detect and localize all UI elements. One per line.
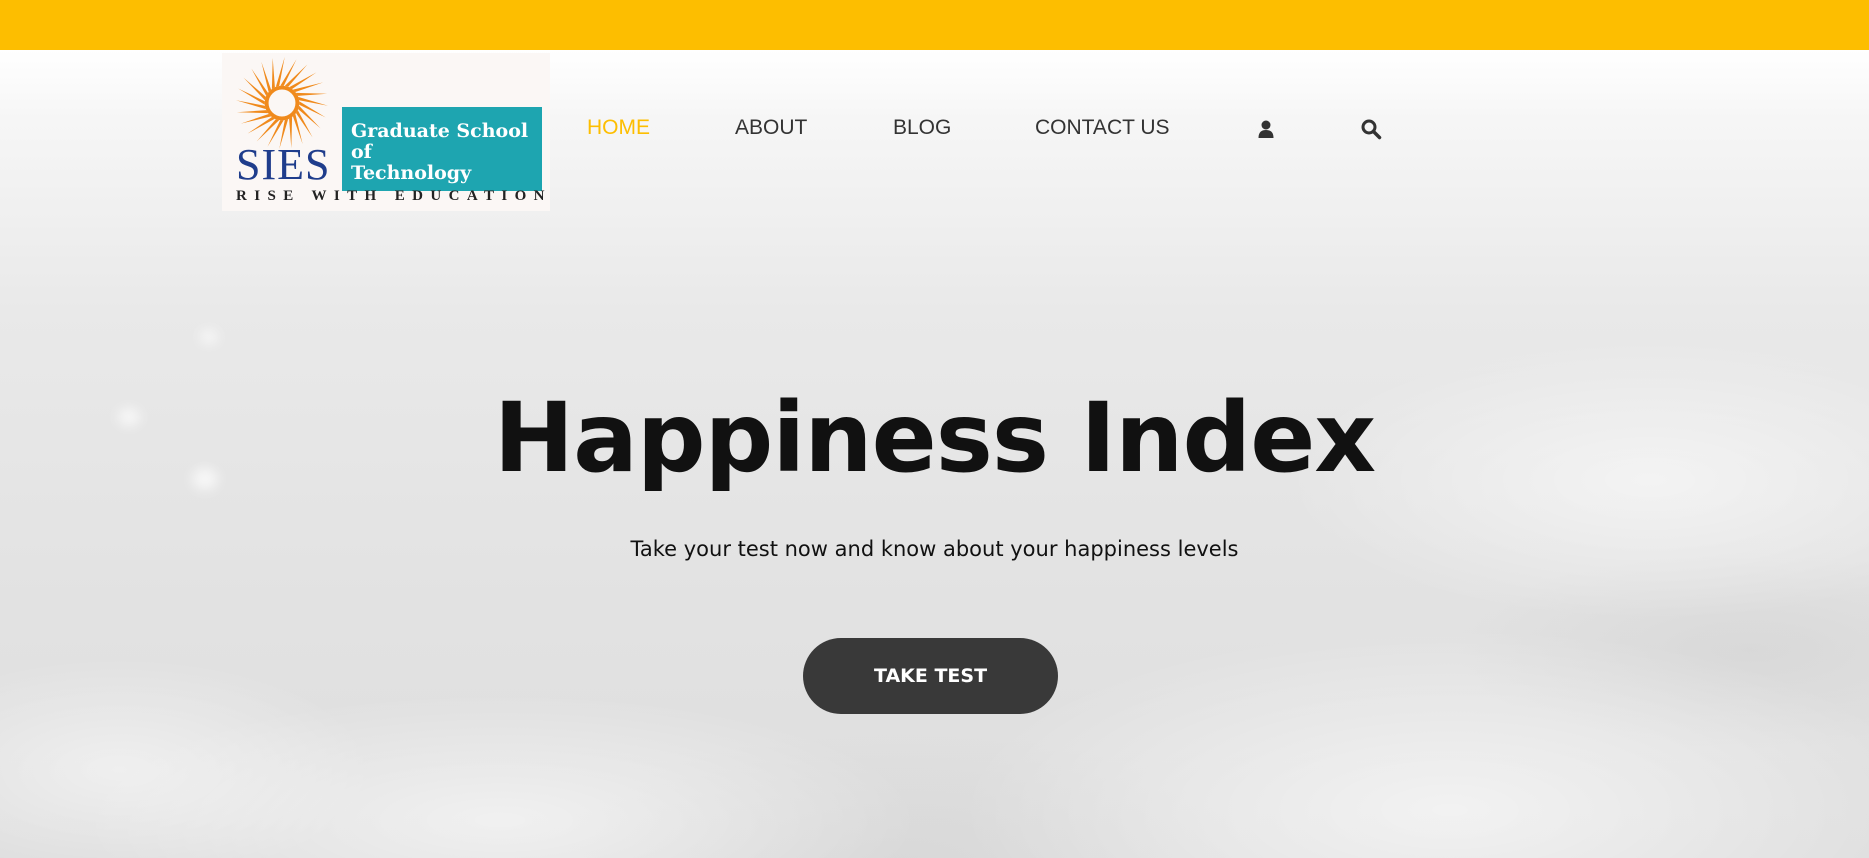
sun-emblem-icon [236, 57, 328, 149]
light-glint [200, 330, 218, 344]
search-icon[interactable] [1360, 118, 1382, 140]
take-test-button[interactable]: TAKE TEST [803, 638, 1058, 714]
sun-ray [236, 110, 268, 114]
nav-about[interactable]: ABOUT [735, 116, 807, 140]
nav-blog[interactable]: BLOG [893, 116, 951, 140]
top-accent-bar [0, 0, 1869, 50]
page-subtitle: Take your test now and know about your h… [630, 537, 1239, 561]
logo-box-line1: Graduate School of [351, 120, 529, 163]
nav-home[interactable]: HOME [587, 116, 650, 140]
site-logo[interactable]: Graduate School of Technology SIES RISE … [222, 53, 550, 211]
sun-ray [296, 92, 328, 96]
logo-tagline: RISE WITH EDUCATION [236, 188, 552, 204]
sun-ray [271, 57, 275, 89]
sun-ray [280, 59, 297, 86]
logo-box-line2: Technology [351, 162, 472, 184]
logo-school-box: Graduate School of Technology [342, 107, 542, 191]
logo-wordmark: SIES [236, 140, 331, 189]
page-title: Happiness Index [493, 382, 1376, 494]
sun-ray [299, 101, 326, 118]
user-icon[interactable] [1255, 118, 1277, 140]
nav-contact-us[interactable]: CONTACT US [1035, 116, 1170, 140]
sun-ray [238, 88, 265, 105]
